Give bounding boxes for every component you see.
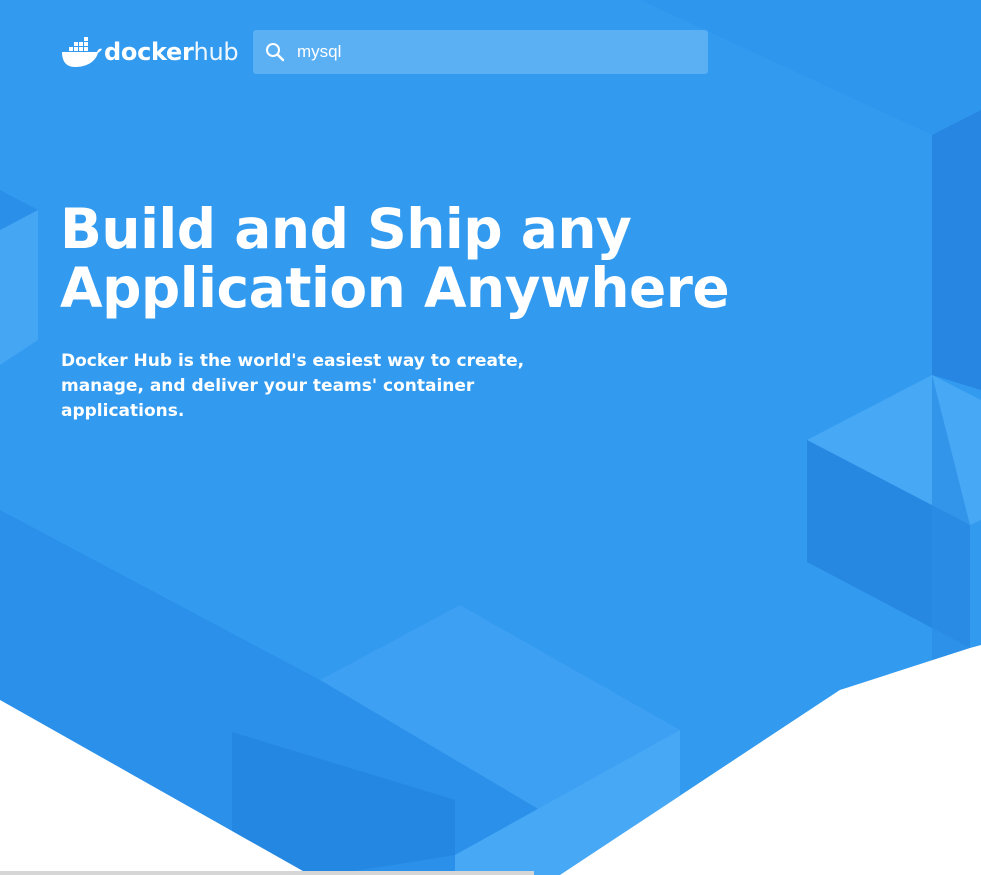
hero-background <box>0 0 981 875</box>
hero-title: Build and Ship any Application Anywhere <box>60 197 730 320</box>
search-icon <box>266 43 285 62</box>
docker-whale-icon <box>62 37 102 67</box>
hero-section: dockerhub Build and Ship any Application… <box>0 0 981 875</box>
hero-subtitle: Docker Hub is the world's easiest way to… <box>61 351 525 421</box>
logo-text-hub: hub <box>193 38 239 66</box>
search-bar[interactable] <box>253 30 708 74</box>
top-header: dockerhub <box>60 30 239 74</box>
logo-text-docker: docker <box>104 38 194 66</box>
horizontal-scrollbar[interactable] <box>0 871 534 875</box>
search-input[interactable] <box>297 42 677 62</box>
logo-wordmark: dockerhub <box>104 38 239 66</box>
docker-hub-logo[interactable]: dockerhub <box>60 30 239 74</box>
